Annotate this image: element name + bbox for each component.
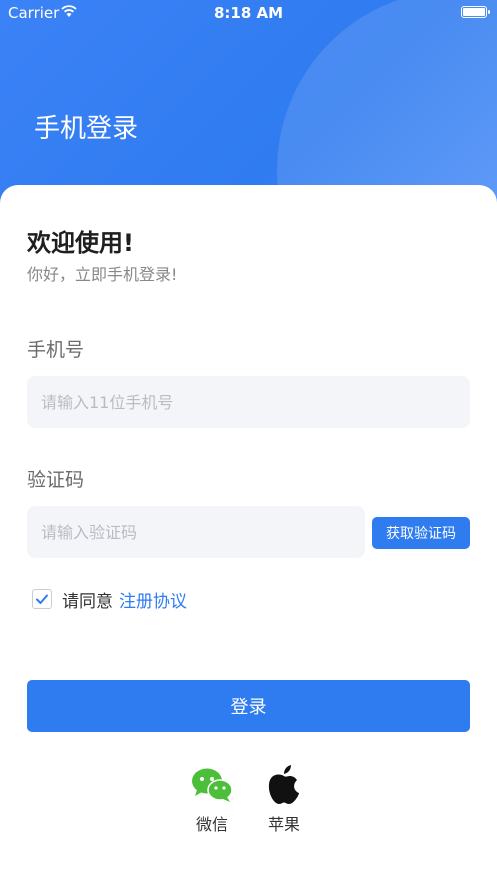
apple-login-button[interactable]: 苹果 [254,763,314,835]
wechat-label: 微信 [195,815,228,834]
apple-icon [254,763,314,807]
agreement-checkbox[interactable] [32,589,52,609]
login-card: 欢迎使用! 你好，立即手机登录! 手机号 验证码 获取验证码 请同意 注册协议 … [0,185,497,883]
login-button[interactable]: 登录 [27,680,470,732]
agreement-row: 请同意 注册协议 [32,587,187,612]
status-bar: Carrier 8:18 AM [0,0,497,26]
phone-label: 手机号 [27,339,85,361]
welcome-subtitle: 你好，立即手机登录! [27,265,178,284]
wechat-login-button[interactable]: 微信 [182,763,242,835]
get-code-button[interactable]: 获取验证码 [372,517,470,549]
battery-icon [461,6,490,18]
welcome-title: 欢迎使用! [27,229,134,257]
code-label: 验证码 [27,469,85,491]
agreement-text: 请同意 [62,591,113,612]
verification-code-input[interactable] [27,506,365,558]
checkmark-icon [36,594,48,604]
clock: 8:18 AM [213,4,284,22]
agreement-link[interactable]: 注册协议 [119,587,187,612]
phone-input[interactable] [27,376,470,428]
wechat-icon [182,763,242,807]
page-title: 手机登录 [34,114,139,144]
apple-label: 苹果 [267,815,300,834]
